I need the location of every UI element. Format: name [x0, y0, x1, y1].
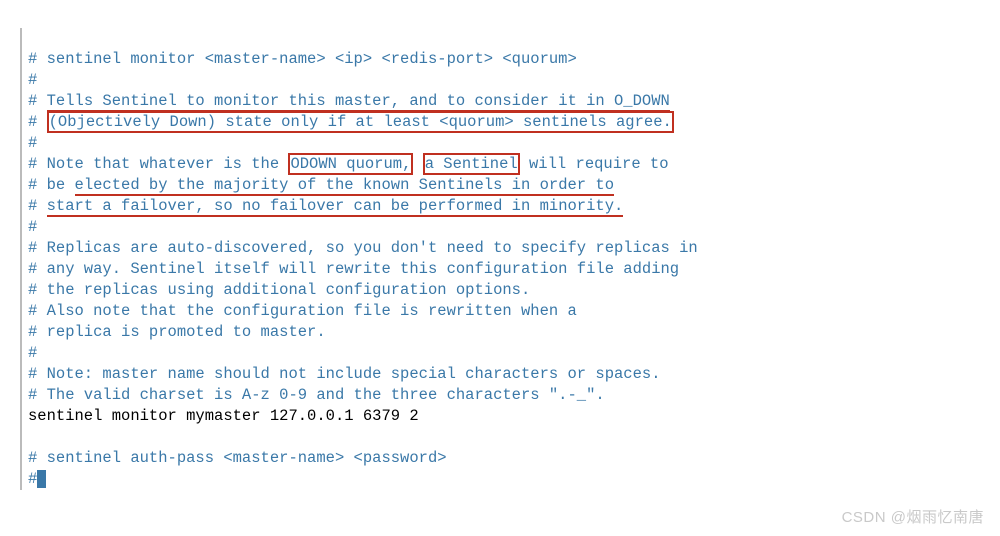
watermark-text: CSDN @烟雨忆南唐	[842, 507, 984, 528]
comment-line: #	[28, 344, 37, 362]
comment-line: # Note: master name should not include s…	[28, 365, 661, 383]
boxed-highlight: a Sentinel	[423, 153, 520, 175]
comment-line: # Replicas are auto-discovered, so you d…	[28, 239, 698, 257]
comment-line: # start a failover, so no failover can b…	[28, 197, 623, 217]
comment-line: # the replicas using additional configur…	[28, 281, 530, 299]
highlighted-text: elected by the majority of the known Sen…	[75, 176, 615, 196]
boxed-highlight: ODOWN quorum,	[288, 153, 413, 175]
comment-line: # Note that whatever is the ODOWN quorum…	[28, 153, 669, 175]
comment-line: # (Objectively Down) state only if at le…	[28, 111, 674, 133]
comment-line: # be elected by the majority of the know…	[28, 176, 614, 196]
config-line: sentinel monitor mymaster 127.0.0.1 6379…	[28, 407, 419, 425]
comment-line: #	[28, 470, 46, 488]
boxed-highlight: (Objectively Down) state only if at leas…	[47, 111, 674, 133]
comment-line: # sentinel monitor <master-name> <ip> <r…	[28, 50, 577, 68]
cursor-icon	[37, 470, 46, 488]
comment-line: # replica is promoted to master.	[28, 323, 326, 341]
highlighted-text: Tells Sentinel to monitor this master, a…	[47, 92, 670, 112]
comment-line: # Tells Sentinel to monitor this master,…	[28, 92, 670, 112]
comment-line: # Also note that the configuration file …	[28, 302, 577, 320]
comment-line: # The valid charset is A-z 0-9 and the t…	[28, 386, 605, 404]
comment-line: #	[28, 71, 37, 89]
comment-line: #	[28, 134, 37, 152]
config-code-block: # sentinel monitor <master-name> <ip> <r…	[20, 28, 990, 490]
comment-line: # any way. Sentinel itself will rewrite …	[28, 260, 679, 278]
highlighted-text: start a failover, so no failover can be …	[47, 197, 624, 217]
comment-line: #	[28, 218, 37, 236]
comment-line: # sentinel auth-pass <master-name> <pass…	[28, 449, 447, 467]
